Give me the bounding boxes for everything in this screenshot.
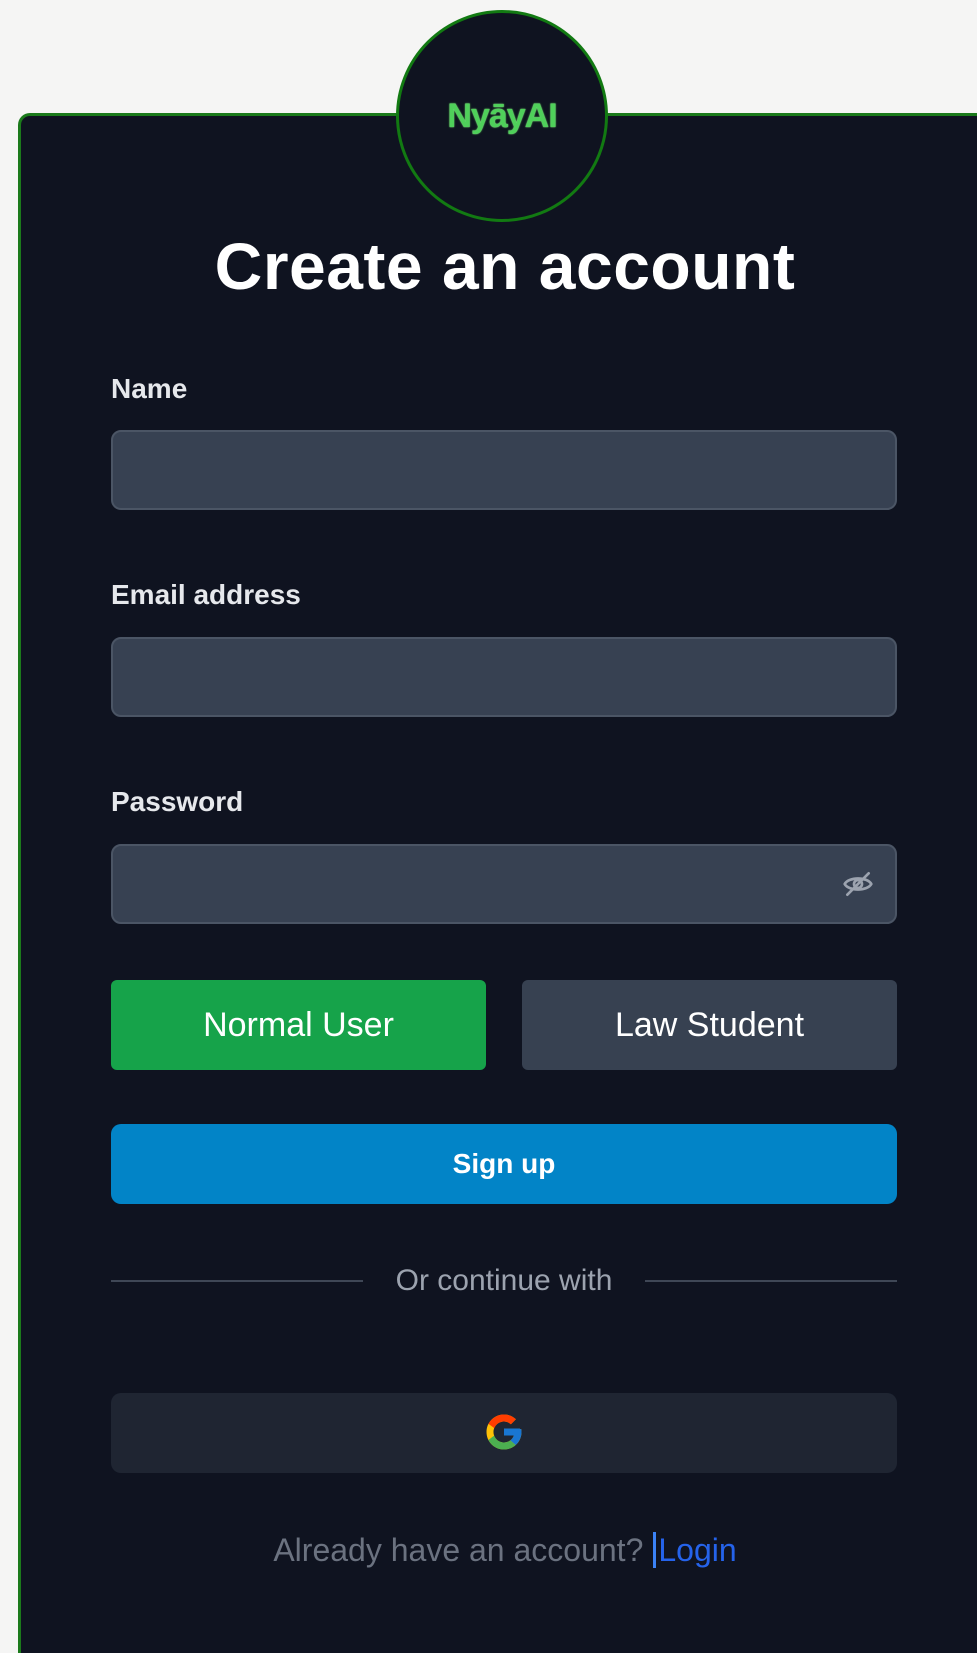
sign-up-button[interactable]: Sign up [111, 1124, 897, 1204]
password-input[interactable] [113, 846, 895, 922]
divider-line-left [111, 1280, 363, 1282]
name-input[interactable] [113, 432, 895, 508]
divider-text: Or continue with [395, 1264, 613, 1297]
name-field[interactable] [111, 430, 897, 510]
google-icon [483, 1411, 525, 1456]
brand-logo-text: NyāyAI [447, 96, 557, 135]
password-field[interactable] [111, 844, 897, 924]
brand-logo: NyāyAI [396, 10, 608, 222]
email-input[interactable] [113, 639, 895, 715]
email-label: Email address [111, 579, 301, 610]
name-label: Name [111, 373, 188, 404]
footer: Already have an account? Login [0, 1530, 977, 1570]
page-title: Create an account [214, 229, 796, 303]
email-field[interactable] [111, 637, 897, 717]
footer-prompt: Already have an account? [273, 1532, 644, 1568]
password-label: Password [111, 786, 244, 817]
login-link[interactable]: Login [653, 1532, 737, 1568]
google-signin-button[interactable] [111, 1393, 897, 1473]
law-student-button[interactable]: Law Student [522, 980, 897, 1070]
normal-user-button[interactable]: Normal User [111, 980, 486, 1070]
divider-line-right [645, 1280, 897, 1282]
eye-off-icon[interactable] [841, 868, 875, 900]
